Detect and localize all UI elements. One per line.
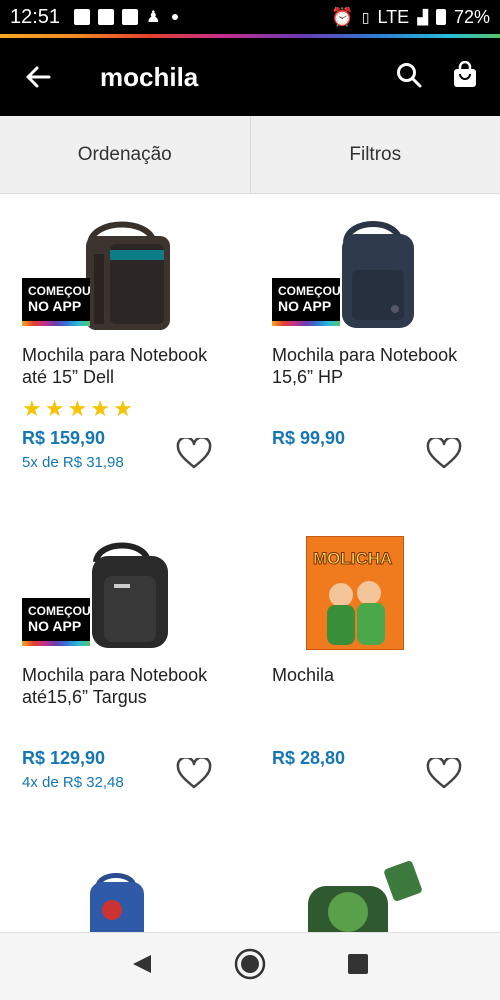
badge-stripe xyxy=(272,321,340,326)
product-name[interactable]: Mochila para Notebook até 15” Dell xyxy=(22,344,242,388)
product-price: R$ 159,90 xyxy=(22,428,106,448)
product-image[interactable]: COMEÇOU NO APP xyxy=(22,534,222,654)
shopping-bag-icon[interactable] xyxy=(452,60,478,94)
product-card[interactable] xyxy=(250,834,500,932)
facebook-icon xyxy=(98,9,115,25)
badge-stripe xyxy=(22,321,90,326)
product-name-line2: até 15” Dell xyxy=(22,367,115,387)
badge-line1: COMEÇOU xyxy=(28,284,91,298)
alarm-icon: ⏰ xyxy=(331,6,354,27)
app-launch-badge: COMEÇOU NO APP xyxy=(22,598,91,646)
search-icon[interactable] xyxy=(396,62,422,93)
heart-icon[interactable] xyxy=(426,756,462,790)
star-icon: ★ xyxy=(112,396,133,421)
product-name-line1: Mochila para Notebook xyxy=(22,345,208,365)
star-icon: ★ xyxy=(22,396,42,421)
signal-icon: ▟ xyxy=(417,8,428,25)
book-cover-title: MOLICHA xyxy=(313,549,393,569)
product-name[interactable]: Mochila para Notebook 15,6” HP xyxy=(272,344,492,388)
product-card[interactable]: MOLICHA Mochila R$ 28,80 xyxy=(250,514,500,834)
badge-line1: COMEÇOU xyxy=(28,604,91,618)
gallery-icon xyxy=(74,9,91,25)
product-name-line2: 15,6” HP xyxy=(272,367,344,387)
product-price: R$ 99,90 xyxy=(272,428,346,448)
facebook-icon xyxy=(122,9,139,25)
app-launch-badge: COMEÇOU NO APP xyxy=(272,278,341,326)
star-icon: ★ xyxy=(90,396,110,421)
product-name-line1: Mochila xyxy=(272,665,335,685)
product-name[interactable]: Mochila xyxy=(272,664,492,686)
heart-icon[interactable] xyxy=(176,436,212,470)
vibrate-icon: ▯ xyxy=(361,8,370,25)
app-bar: mochila xyxy=(0,38,500,116)
badge-line2: NO APP xyxy=(278,298,332,314)
sort-filter-bar: Ordenação Filtros xyxy=(0,116,500,194)
product-name[interactable]: Mochila para Notebook até15,6” Targus xyxy=(22,664,242,708)
star-icon: ★ xyxy=(67,396,88,421)
product-name-line1: Mochila para Notebook xyxy=(22,665,208,685)
nav-home-icon[interactable] xyxy=(234,948,266,985)
person-icon: ♟ xyxy=(146,9,161,26)
nav-recents-icon[interactable] xyxy=(347,953,369,980)
product-image[interactable] xyxy=(72,870,162,932)
product-installments: 5x de R$ 31,98 xyxy=(22,454,124,471)
heart-icon[interactable] xyxy=(176,756,212,790)
product-price: R$ 28,80 xyxy=(272,748,346,768)
product-image[interactable]: COMEÇOU NO APP xyxy=(272,214,472,334)
star-icon: ★ xyxy=(44,396,65,421)
product-name-line2: até15,6” Targus xyxy=(22,687,147,707)
notification-icons: ♟ xyxy=(74,7,179,27)
system-nav-bar xyxy=(0,932,500,1000)
badge-line2: NO APP xyxy=(28,618,82,634)
filter-button[interactable]: Filtros xyxy=(251,116,500,193)
rating-stars: ★ ★ ★ ★ ★ xyxy=(22,396,133,422)
network-type: LTE xyxy=(377,6,410,27)
page-title[interactable]: mochila xyxy=(100,62,198,93)
badge-stripe xyxy=(22,641,90,646)
product-card[interactable]: COMEÇOU NO APP Mochila para Notebook até… xyxy=(0,514,250,834)
battery-icon xyxy=(435,9,446,25)
badge-line2: NO APP xyxy=(28,298,82,314)
status-time: 12:51 xyxy=(10,5,61,28)
book-cover: MOLICHA xyxy=(306,536,404,650)
product-card[interactable]: COMEÇOU NO APP Mochila para Notebook 15,… xyxy=(250,194,500,514)
product-price: R$ 129,90 xyxy=(22,748,106,768)
app-launch-badge: COMEÇOU NO APP xyxy=(22,278,91,326)
product-name-line1: Mochila para Notebook xyxy=(272,345,458,365)
more-dot-icon xyxy=(172,14,179,20)
product-image[interactable]: MOLICHA xyxy=(272,534,472,654)
badge-line1: COMEÇOU xyxy=(278,284,341,298)
sort-button[interactable]: Ordenação xyxy=(0,116,250,193)
status-bar: 12:51 ♟ ⏰ ▯ LTE ▟ 72% xyxy=(0,0,500,34)
product-image[interactable] xyxy=(296,856,436,932)
nav-back-icon[interactable] xyxy=(131,953,153,980)
battery-percent: 72% xyxy=(453,6,490,27)
heart-icon[interactable] xyxy=(426,436,462,470)
product-card[interactable]: COMEÇOU NO APP Mochila para Notebook até… xyxy=(0,194,250,514)
product-installments: 4x de R$ 32,48 xyxy=(22,774,124,791)
back-arrow-icon[interactable] xyxy=(8,38,68,116)
product-card[interactable] xyxy=(0,834,250,932)
product-image[interactable]: COMEÇOU NO APP xyxy=(22,214,222,334)
